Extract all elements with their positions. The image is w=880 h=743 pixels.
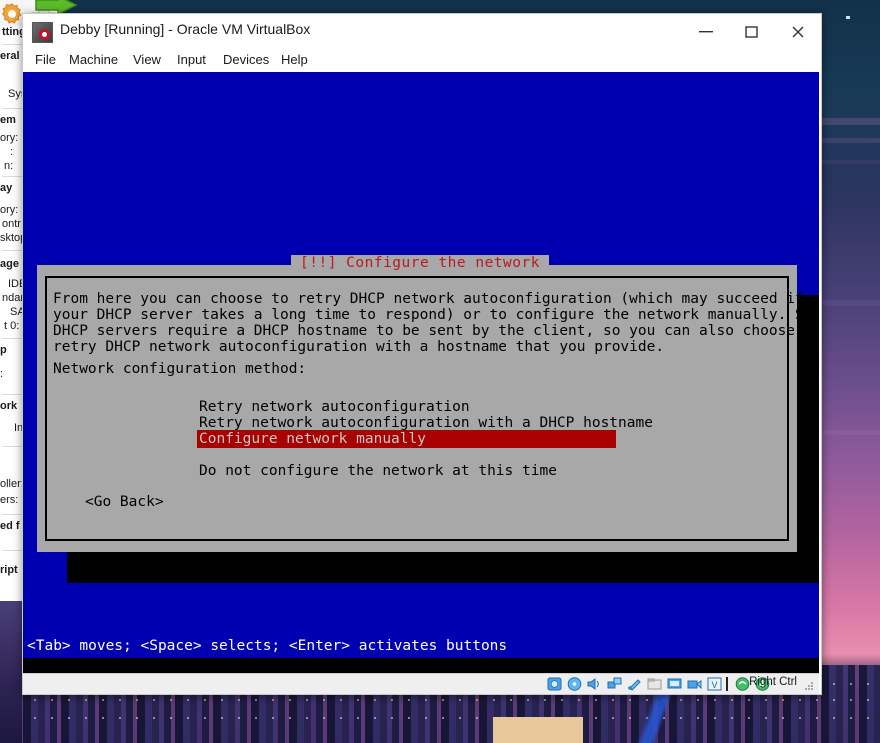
close-button[interactable] <box>775 14 821 48</box>
vm-menubar[interactable]: File Machine View Input Devices Help <box>23 49 821 72</box>
virtualbox-vm-icon <box>32 22 53 43</box>
vm-features-icon[interactable]: V <box>707 677 722 692</box>
status-separator <box>725 677 729 691</box>
network-icon[interactable] <box>607 677 622 691</box>
dialog-prompt: Network configuration method: <box>53 361 307 377</box>
manager-toolbar-strip <box>0 0 80 20</box>
vm-window[interactable]: Debby [Running] - Oracle VM VirtualBox F… <box>22 13 822 695</box>
option-do-not-configure-network[interactable]: Do not configure the network at this tim… <box>197 462 559 480</box>
menu-view[interactable]: View <box>127 51 167 68</box>
hard-disk-icon[interactable] <box>547 677 562 691</box>
optical-disk-icon[interactable] <box>567 677 582 691</box>
menu-devices[interactable]: Devices <box>217 51 275 68</box>
wallpaper-star <box>846 16 850 19</box>
menu-input[interactable]: Input <box>171 51 212 68</box>
vm-titlebar[interactable]: Debby [Running] - Oracle VM VirtualBox <box>23 14 821 49</box>
tui-help-bar: <Tab> moves; <Space> selects; <Enter> ac… <box>23 638 819 656</box>
window-title: Debby [Running] - Oracle VM VirtualBox <box>60 21 311 37</box>
vm-status-bar[interactable]: V Right Ctrl <box>23 673 819 694</box>
tui-help-text: <Tab> moves; <Space> selects; <Enter> ac… <box>27 638 508 654</box>
go-back-button[interactable]: <Go Back> <box>85 494 164 510</box>
svg-text:V: V <box>711 681 717 691</box>
audio-icon[interactable] <box>587 677 602 691</box>
recording-icon[interactable] <box>687 677 702 691</box>
host-key-label: Right Ctrl <box>749 676 797 688</box>
wallpaper-left-strip <box>0 601 22 743</box>
display-icon[interactable] <box>667 677 682 691</box>
menu-file[interactable]: File <box>29 51 62 68</box>
dialog-title: [!!] Configure the network <box>291 255 549 271</box>
usb-icon[interactable] <box>627 677 642 691</box>
menu-help[interactable]: Help <box>275 51 314 68</box>
shared-folders-icon[interactable] <box>647 677 662 691</box>
option-configure-network-manually[interactable]: Configure network manually <box>197 430 616 448</box>
maximize-button[interactable] <box>729 14 775 48</box>
resize-grip[interactable] <box>805 682 815 692</box>
vm-guest-screen[interactable]: [!!] Configure the network From here you… <box>23 72 819 678</box>
menu-machine[interactable]: Machine <box>63 51 124 68</box>
dialog-body-text: From here you can choose to retry DHCP n… <box>53 291 819 355</box>
minimize-button[interactable] <box>683 14 729 48</box>
mouse-integration-icon[interactable] <box>735 677 750 691</box>
configure-network-dialog[interactable]: [!!] Configure the network From here you… <box>37 255 819 552</box>
